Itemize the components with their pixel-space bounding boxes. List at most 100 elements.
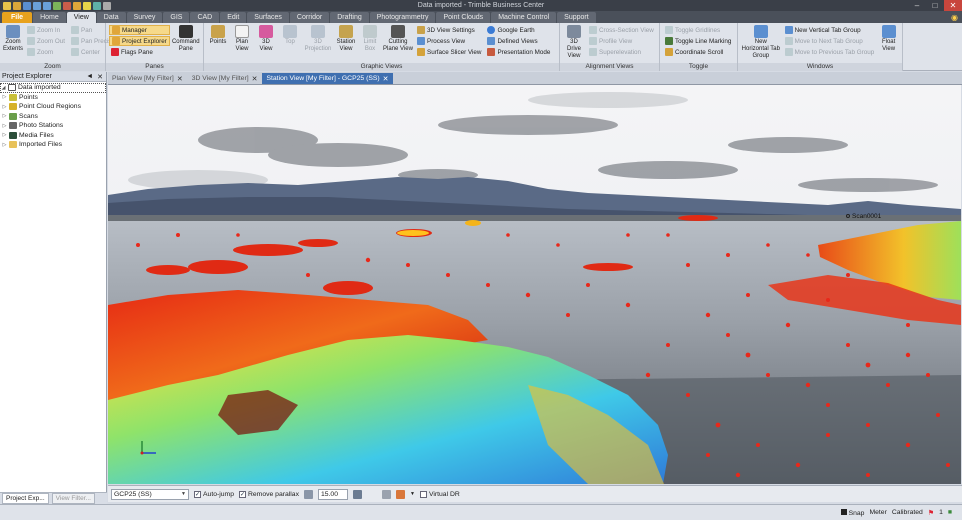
export-icon[interactable] (63, 1, 71, 10)
tree-item-imported-files[interactable]: ▷ Imported Files (0, 140, 106, 150)
refresh-icon[interactable] (93, 1, 101, 10)
station-select[interactable]: GCP25 (SS) ▼ (111, 488, 189, 500)
new-vertical-tab-group-button[interactable]: New Vertical Tab Group (783, 25, 877, 35)
limit-box-button[interactable]: Limit Box (359, 25, 381, 62)
expand-icon[interactable]: ▷ (2, 94, 7, 100)
redo-icon[interactable] (43, 1, 51, 10)
close-tab-icon[interactable]: ✕ (177, 75, 183, 83)
tab-corridor[interactable]: Corridor (289, 12, 330, 23)
station-view-button[interactable]: Station View (335, 25, 357, 62)
close-tab-icon[interactable]: ✕ (383, 75, 389, 83)
messages-icon[interactable]: ■ (948, 509, 952, 516)
toggle-gridlines-button[interactable]: Toggle Gridlines (663, 25, 733, 35)
points-icon[interactable] (83, 1, 91, 10)
auto-jump-checkbox[interactable]: ✓ Auto-jump (194, 490, 234, 498)
toggle-line-marking-button[interactable]: Toggle Line Marking (663, 36, 733, 46)
tab-drafting[interactable]: Drafting (330, 12, 369, 23)
tab-support[interactable]: Support (557, 12, 596, 23)
project-explorer-button[interactable]: Project Explorer (109, 36, 170, 46)
tab-home[interactable]: Home (33, 12, 66, 23)
tab-view-filter[interactable]: View Filter... (51, 493, 95, 504)
tab-point-clouds[interactable]: Point Clouds (436, 12, 491, 23)
station-view-viewport[interactable]: Scan0001 (108, 85, 961, 484)
zoom-in-button[interactable]: Zoom In (25, 25, 67, 35)
color-mode-icon[interactable] (395, 489, 405, 499)
import-icon[interactable] (53, 1, 61, 10)
virtual-dr-checkbox[interactable]: Virtual DR (419, 490, 460, 498)
doc-tab-station-view[interactable]: Station View [My Filter] - GCP25 (SS) ✕ (262, 73, 393, 84)
scan-label[interactable]: Scan0001 (846, 213, 881, 220)
tab-view[interactable]: View (66, 12, 96, 23)
tree-item-media-files[interactable]: ▷ Media Files (0, 131, 106, 141)
flags-pane-button[interactable]: Flags Pane (109, 47, 170, 57)
cutting-plane-view-button[interactable]: Cutting Plane View (383, 25, 413, 62)
surface-slicer-view-button[interactable]: Surface Slicer View (415, 47, 483, 57)
process-view-button[interactable]: Process View (415, 36, 483, 46)
tree-item-points[interactable]: ▷ Points (0, 93, 106, 103)
tab-cad[interactable]: CAD (190, 12, 220, 23)
3d-view-button[interactable]: 3D View (255, 25, 277, 62)
expand-icon[interactable]: ▷ (2, 132, 7, 138)
coordinate-scroll-button[interactable]: Coordinate Scroll (663, 47, 733, 57)
pin-icon[interactable]: ◄ (86, 73, 93, 81)
expand-icon[interactable]: ▷ (2, 123, 7, 129)
move-to-previous-tab-group-button[interactable]: Move to Previous Tab Group (783, 47, 877, 57)
command-pane-button[interactable]: Command Pane (172, 25, 200, 62)
move-to-next-tab-group-button[interactable]: Move to Next Tab Group (783, 36, 877, 46)
manager-button[interactable]: Manager (109, 25, 170, 35)
new-horizontal-tab-group-button[interactable]: New Horizontal Tab Group (741, 25, 781, 62)
defined-views-button[interactable]: Defined Views (485, 36, 552, 46)
snap-toggle[interactable]: Snap (840, 508, 864, 517)
tree-item-point-cloud-regions[interactable]: ▷ Point Cloud Regions (0, 102, 106, 112)
doc-tab-plan-view[interactable]: Plan View [My Filter] ✕ (108, 73, 187, 84)
save-icon[interactable] (23, 1, 31, 10)
help-icon[interactable]: ◉ (951, 12, 962, 23)
undo-icon[interactable] (33, 1, 41, 10)
zoom-extents-button[interactable]: Zoom Extents (3, 25, 23, 62)
new-project-icon[interactable] (3, 1, 11, 10)
tab-project-explorer[interactable]: Project Exp... (2, 493, 49, 504)
float-view-button[interactable]: Float View (878, 25, 899, 62)
tree-item-photo-stations[interactable]: ▷ Photo Stations (0, 121, 106, 131)
color-mode-chevron-icon[interactable]: ▼ (410, 491, 415, 497)
options-icon[interactable] (73, 1, 81, 10)
tab-data[interactable]: Data (96, 12, 126, 23)
calibration-status[interactable]: Calibrated (892, 509, 923, 516)
expand-icon[interactable]: ▷ (2, 113, 7, 119)
field-of-view-icon[interactable] (303, 489, 313, 499)
3d-view-settings-button[interactable]: 3D View Settings (415, 25, 483, 35)
cross-section-view-button[interactable]: Cross-Section View (587, 25, 656, 35)
open-project-icon[interactable] (13, 1, 21, 10)
expand-icon[interactable]: ▷ (2, 142, 7, 148)
presentation-mode-button[interactable]: Presentation Mode (485, 47, 552, 57)
close-tab-icon[interactable]: ✕ (252, 75, 258, 83)
tab-survey[interactable]: Survey (126, 12, 163, 23)
expand-icon[interactable]: ▷ (2, 104, 7, 110)
points-button[interactable]: Points (207, 25, 229, 62)
customize-icon[interactable] (103, 1, 111, 10)
superelevation-button[interactable]: Superelevation (587, 47, 656, 57)
3d-drive-view-button[interactable]: 3D Drive View (563, 25, 585, 62)
filter-icon[interactable] (381, 489, 391, 499)
field-of-view-input[interactable]: 15.00 (317, 488, 348, 500)
reset-view-icon[interactable] (352, 489, 362, 499)
tab-gis[interactable]: GIS (163, 12, 190, 23)
doc-tab-3d-view[interactable]: 3D View [My Filter] ✕ (188, 73, 262, 84)
profile-view-button[interactable]: Profile View (587, 36, 656, 46)
tab-file[interactable]: File (2, 12, 33, 23)
flag-icon[interactable]: ⚑ (928, 509, 934, 517)
close-pane-icon[interactable]: ✕ (97, 73, 103, 81)
tree-root[interactable]: ◢ Data imported (0, 83, 106, 93)
tree-item-scans[interactable]: ▷ Scans (0, 112, 106, 122)
top-button[interactable]: Top (279, 25, 301, 62)
google-earth-button[interactable]: Google Earth (485, 25, 552, 35)
maximize-icon[interactable]: □ (926, 0, 944, 11)
zoom-out-button[interactable]: Zoom Out (25, 36, 67, 46)
tab-surfaces[interactable]: Surfaces (247, 12, 289, 23)
tab-photogrammetry[interactable]: Photogrammetry (369, 12, 436, 23)
tab-machine-control[interactable]: Machine Control (491, 12, 557, 23)
minimize-icon[interactable]: – (908, 0, 926, 11)
tab-edit[interactable]: Edit (220, 12, 247, 23)
zoom-button[interactable]: Zoom (25, 47, 67, 57)
collapse-icon[interactable]: ◢ (1, 85, 6, 91)
